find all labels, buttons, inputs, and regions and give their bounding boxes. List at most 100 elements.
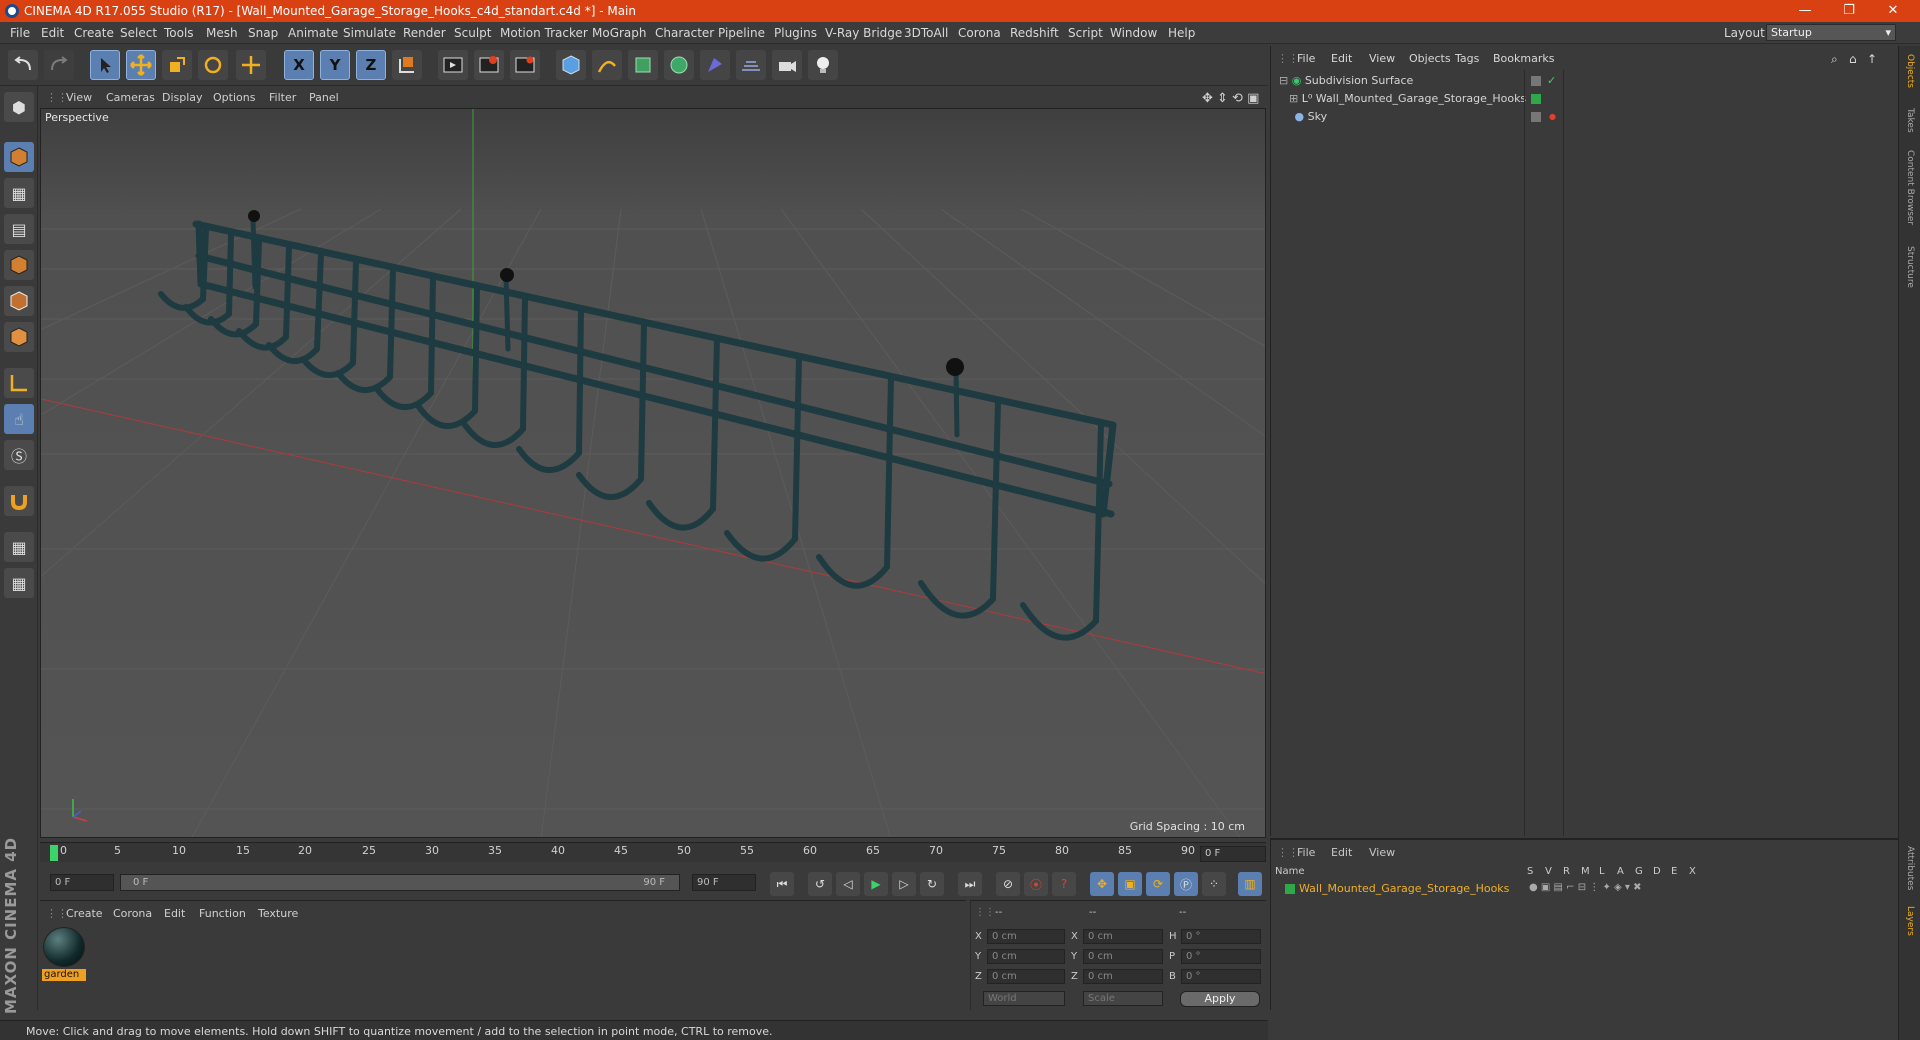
size-z-field[interactable]: 0 cm	[1083, 969, 1163, 984]
tweak-mode-icon[interactable]: ☝	[4, 404, 34, 434]
menu-snap[interactable]: Snap	[248, 26, 278, 40]
tab-takes[interactable]: Takes	[1905, 108, 1915, 133]
objects-menu-bookmarks[interactable]: Bookmarks	[1493, 52, 1554, 65]
timeline-window-icon[interactable]: ▥	[1238, 872, 1262, 896]
material-menu-texture[interactable]: Texture	[258, 907, 298, 920]
menu-window[interactable]: Window	[1110, 26, 1157, 40]
camera-icon[interactable]	[772, 50, 802, 80]
material-name-label[interactable]: garden	[42, 969, 86, 981]
viewport-menu-filter[interactable]: Filter	[269, 91, 296, 104]
snap-icon[interactable]: Ⓢ	[4, 440, 34, 470]
cloner-icon[interactable]	[664, 50, 694, 80]
frame-range-slider[interactable]: 0 F 90 F	[120, 874, 680, 891]
light-icon[interactable]	[808, 50, 838, 80]
layers-menu-file[interactable]: File	[1297, 846, 1315, 859]
menu-sculpt[interactable]: Sculpt	[454, 26, 491, 40]
menu-character[interactable]: Character	[655, 26, 714, 40]
redo-icon[interactable]	[44, 50, 74, 80]
go-to-end-icon[interactable]: ⏭	[958, 872, 982, 896]
end-frame-field[interactable]: 90 F	[692, 874, 756, 891]
menu-corona[interactable]: Corona	[958, 26, 1001, 40]
playhead-marker[interactable]	[50, 845, 58, 861]
y-axis-lock[interactable]: Y	[320, 50, 350, 80]
autokey-icon[interactable]: ⦿	[1024, 872, 1048, 896]
make-editable-icon[interactable]: ⬢	[4, 92, 34, 122]
objects-menu-edit[interactable]: Edit	[1331, 52, 1352, 65]
up-arrow-icon[interactable]: ↑	[1867, 52, 1877, 66]
timeline-ruler[interactable]: 0 5 10 15 20 25 30 35 40 45 50 55 60 65 …	[40, 842, 1266, 862]
magnet-icon[interactable]	[4, 486, 34, 516]
texture-tweak-icon[interactable]: ▦	[4, 568, 34, 598]
current-frame-field[interactable]: 0 F	[1200, 846, 1266, 862]
menu-script[interactable]: Script	[1068, 26, 1103, 40]
material-menu-edit[interactable]: Edit	[164, 907, 185, 920]
menu-mograph[interactable]: MoGraph	[592, 26, 647, 40]
menu-vray-bridge[interactable]: V-Ray Bridge	[825, 26, 902, 40]
edges-mode-icon[interactable]	[4, 286, 34, 316]
scale-tool-icon[interactable]	[162, 50, 192, 80]
menu-mesh[interactable]: Mesh	[206, 26, 238, 40]
key-parameter-icon[interactable]: Ⓟ	[1174, 872, 1198, 896]
viewport-menu-cameras[interactable]: Cameras	[106, 91, 155, 104]
close-button[interactable]: ✕	[1878, 2, 1908, 20]
maximize-button[interactable]: ❐	[1834, 2, 1864, 20]
live-selection-move-icon[interactable]	[236, 50, 266, 80]
menu-tools[interactable]: Tools	[164, 26, 194, 40]
deformer-icon[interactable]	[700, 50, 730, 80]
keyframe-selection-icon[interactable]: ?	[1052, 872, 1076, 896]
material-menu-create[interactable]: Create	[66, 907, 103, 920]
coordinate-system-icon[interactable]	[392, 50, 422, 80]
size-x-field[interactable]: 0 cm	[1083, 929, 1163, 944]
axis-mode-icon[interactable]	[4, 368, 34, 398]
render-view-icon[interactable]	[438, 50, 468, 80]
viewport-menu-options[interactable]: Options	[213, 91, 255, 104]
layer-row[interactable]: Wall_Mounted_Garage_Storage_Hooks ● ▣ ▤ …	[1275, 882, 1895, 896]
objects-menu-tags[interactable]: Tags	[1455, 52, 1479, 65]
objects-menu-view[interactable]: View	[1369, 52, 1395, 65]
pos-z-field[interactable]: 0 cm	[987, 969, 1065, 984]
selection-tool-icon[interactable]	[90, 50, 120, 80]
previous-frame-icon[interactable]: ◁	[836, 872, 860, 896]
pos-y-field[interactable]: 0 cm	[987, 949, 1065, 964]
menu-help[interactable]: Help	[1168, 26, 1195, 40]
key-pla-icon[interactable]: ⁘	[1202, 872, 1226, 896]
layers-menu-view[interactable]: View	[1369, 846, 1395, 859]
undo-icon[interactable]	[8, 50, 38, 80]
next-frame-icon[interactable]: ▷	[892, 872, 916, 896]
search-icon[interactable]: ⌕	[1831, 52, 1838, 67]
menu-select[interactable]: Select	[120, 26, 157, 40]
tab-structure[interactable]: Structure	[1905, 246, 1915, 288]
layer-flag-icons[interactable]: ● ▣ ▤ ⌐ ⊟ ⋮ ✦ ◈ ▾ ✖	[1529, 882, 1641, 893]
expand-icon[interactable]: ⊞	[1289, 92, 1298, 105]
next-key-icon[interactable]: ↻	[920, 872, 944, 896]
texture-mode-icon[interactable]: ▦	[4, 178, 34, 208]
start-frame-field[interactable]: 0 F	[50, 874, 114, 891]
key-position-icon[interactable]: ✥	[1090, 872, 1114, 896]
z-axis-lock[interactable]: Z	[356, 50, 386, 80]
key-scale-icon[interactable]: ▣	[1118, 872, 1142, 896]
points-mode-icon[interactable]	[4, 250, 34, 280]
go-to-start-icon[interactable]: ⏮	[770, 872, 794, 896]
play-icon[interactable]: ▶	[864, 872, 888, 896]
material-preview-swatch[interactable]	[43, 927, 85, 967]
viewport-menu-panel[interactable]: Panel	[309, 91, 339, 104]
render-to-picture-viewer-icon[interactable]	[474, 50, 504, 80]
menu-render[interactable]: Render	[403, 26, 446, 40]
layout-select[interactable]: Startup ▾	[1766, 24, 1896, 41]
rotate-tool-icon[interactable]	[198, 50, 228, 80]
rot-b-field[interactable]: 0 °	[1181, 969, 1261, 984]
key-rotation-icon[interactable]: ⟳	[1146, 872, 1170, 896]
menu-motion-tracker[interactable]: Motion Tracker	[500, 26, 588, 40]
tab-content-browser[interactable]: Content Browser	[1905, 150, 1915, 225]
move-tool-icon[interactable]	[126, 50, 156, 80]
menu-animate[interactable]: Animate	[288, 26, 338, 40]
x-axis-lock[interactable]: X	[284, 50, 314, 80]
polygons-mode-icon[interactable]	[4, 322, 34, 352]
record-position-icon[interactable]: ⊘	[996, 872, 1020, 896]
spline-pen-icon[interactable]	[592, 50, 622, 80]
previous-key-icon[interactable]: ↺	[808, 872, 832, 896]
floor-icon[interactable]	[736, 50, 766, 80]
material-menu-function[interactable]: Function	[199, 907, 246, 920]
object-row-sky[interactable]: ● Sky ●	[1279, 108, 1887, 126]
layer-name[interactable]: Wall_Mounted_Garage_Storage_Hooks	[1299, 882, 1509, 895]
